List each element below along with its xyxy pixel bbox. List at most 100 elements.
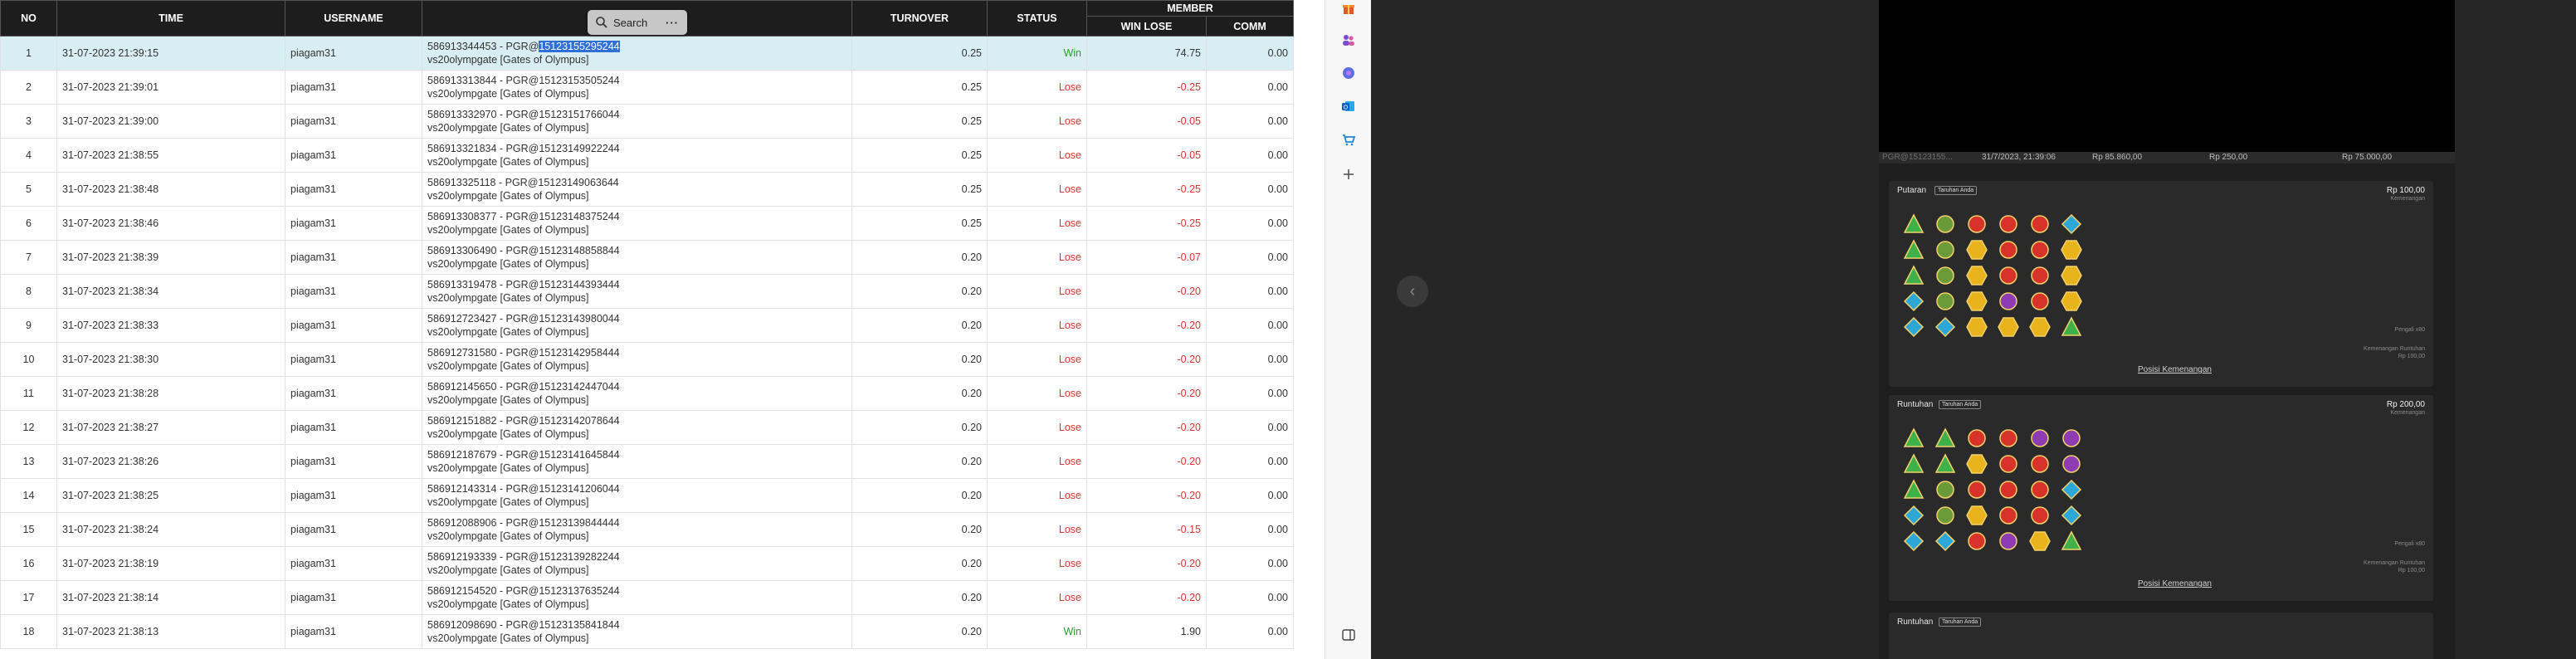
bet-id[interactable]: 15123148858844	[539, 245, 619, 256]
winning-position-link[interactable]: Posisi Kemenangan	[2138, 579, 2212, 588]
cell-no: 18	[0, 614, 57, 649]
chevron-left-icon[interactable]: ‹	[1397, 276, 1428, 307]
header-no[interactable]: NO	[0, 0, 57, 37]
header-username[interactable]: USERNAME	[285, 0, 422, 37]
search-label[interactable]: Search	[613, 17, 647, 29]
bet-id[interactable]: 15123149922244	[539, 143, 619, 154]
table-row[interactable]: 6 31-07-2023 21:38:46 piagam31 586913308…	[0, 206, 1294, 241]
cell-comm: 0.00	[1206, 410, 1294, 445]
table-row[interactable]: 12 31-07-2023 21:38:27 piagam31 58691215…	[0, 410, 1294, 445]
bet-id[interactable]: 15123135841844	[539, 619, 619, 631]
bet-id[interactable]: 15123142078644	[539, 415, 619, 427]
cell-bet-detail[interactable]: 586912143314 - PGR@15123141206044 vs20ol…	[422, 478, 852, 513]
cell-turnover: 0.25	[851, 172, 988, 207]
cell-bet-detail[interactable]: 586913325118 - PGR@15123149063644 vs20ol…	[422, 172, 852, 207]
bet-id[interactable]: 15123139282244	[539, 551, 619, 563]
cell-bet-detail[interactable]: 586913313844 - PGR@15123153505244 vs20ol…	[422, 70, 852, 105]
red-gem-symbol	[1968, 429, 1986, 447]
table-row[interactable]: 18 31-07-2023 21:38:13 piagam31 58691209…	[0, 614, 1294, 649]
blue-gem-symbol	[1903, 316, 1925, 338]
shopping-icon[interactable]	[1340, 131, 1357, 148]
bet-id[interactable]: 15123144393444	[539, 279, 619, 290]
cell-bet-detail[interactable]: 586912731580 - PGR@15123142958444 vs20ol…	[422, 342, 852, 377]
add-icon[interactable]	[1340, 166, 1357, 183]
bet-id[interactable]: 15123155295244	[539, 41, 620, 52]
bet-id[interactable]: 15123149063644	[538, 177, 618, 188]
red-gem-symbol	[2031, 266, 2049, 285]
cell-bet-detail[interactable]: 586912098690 - PGR@15123135841844 vs20ol…	[422, 614, 852, 649]
svg-text:O: O	[1344, 105, 1349, 111]
cell-status: Lose	[987, 70, 1087, 105]
cell-time: 31-07-2023 21:38:55	[56, 138, 285, 173]
header-comm[interactable]: COMM	[1206, 16, 1294, 37]
cell-bet-detail[interactable]: 586913332970 - PGR@15123151766044 vs20ol…	[422, 104, 852, 139]
table-row[interactable]: 9 31-07-2023 21:38:33 piagam31 586912723…	[0, 308, 1294, 343]
copilot-icon[interactable]	[1340, 65, 1357, 81]
cell-bet-detail[interactable]: 586912193339 - PGR@15123139282244 vs20ol…	[422, 546, 852, 581]
table-row[interactable]: 5 31-07-2023 21:38:48 piagam31 586913325…	[0, 172, 1294, 207]
card-tumble-amount: Rp 100,00	[2398, 354, 2425, 359]
cell-username: piagam31	[285, 172, 422, 207]
people-icon[interactable]	[1340, 32, 1357, 48]
table-row[interactable]: 14 31-07-2023 21:38:25 piagam31 58691214…	[0, 478, 1294, 513]
cell-bet-detail[interactable]: 586912187679 - PGR@15123141645844 vs20ol…	[422, 444, 852, 479]
bet-id[interactable]: 15123142447044	[539, 381, 619, 393]
table-row[interactable]: 3 31-07-2023 21:39:00 piagam31 586913332…	[0, 104, 1294, 139]
cell-bet-detail[interactable]: 586913319478 - PGR@15123144393444 vs20ol…	[422, 274, 852, 309]
bet-id[interactable]: 15123143980044	[539, 313, 619, 325]
table-row[interactable]: 8 31-07-2023 21:38:34 piagam31 586913319…	[0, 274, 1294, 309]
table-row[interactable]: 13 31-07-2023 21:38:26 piagam31 58691218…	[0, 444, 1294, 479]
cell-win-lose: -0.25	[1086, 206, 1207, 241]
table-row[interactable]: 16 31-07-2023 21:38:19 piagam31 58691219…	[0, 546, 1294, 581]
cell-bet-detail[interactable]: 586912151882 - PGR@15123142078644 vs20ol…	[422, 410, 852, 445]
summary-round: PGR@15123155...	[1882, 153, 1953, 162]
table-row[interactable]: 10 31-07-2023 21:38:30 piagam31 58691273…	[0, 342, 1294, 377]
cell-win-lose: -0.25	[1086, 172, 1207, 207]
cell-status: Lose	[987, 580, 1087, 615]
selection-search-popup[interactable]: Search ···	[588, 10, 687, 35]
cell-bet-detail[interactable]: 586912723427 - PGR@15123143980044 vs20ol…	[422, 308, 852, 343]
header-turnover[interactable]: TURNOVER	[851, 0, 988, 37]
outlook-icon[interactable]: O	[1340, 98, 1357, 115]
table-row[interactable]: 11 31-07-2023 21:38:28 piagam31 58691214…	[0, 376, 1294, 411]
bet-id[interactable]: 15123148375244	[539, 211, 619, 222]
red-gem-symbol	[2031, 506, 2049, 525]
cell-win-lose: -0.20	[1086, 478, 1207, 513]
winning-position-link[interactable]: Posisi Kemenangan	[2138, 365, 2212, 374]
cell-bet-detail[interactable]: 586913344453 - PGR@15123155295244 vs20ol…	[422, 36, 852, 71]
header-status[interactable]: STATUS	[987, 0, 1087, 37]
cell-bet-detail[interactable]: 586912145650 - PGR@15123142447044 vs20ol…	[422, 376, 852, 411]
table-row[interactable]: 17 31-07-2023 21:38:14 piagam31 58691215…	[0, 580, 1294, 615]
sidebar-toggle-icon[interactable]	[1340, 627, 1357, 643]
table-row[interactable]: 4 31-07-2023 21:38:55 piagam31 586913321…	[0, 138, 1294, 173]
cell-bet-detail[interactable]: 586913308377 - PGR@15123148375244 vs20ol…	[422, 206, 852, 241]
cell-bet-detail[interactable]: 586913306490 - PGR@15123148858844 vs20ol…	[422, 240, 852, 275]
cell-bet-detail[interactable]: 586912154520 - PGR@15123137635244 vs20ol…	[422, 580, 852, 615]
bet-id[interactable]: 15123141206044	[539, 483, 619, 495]
table-row[interactable]: 7 31-07-2023 21:38:39 piagam31 586913306…	[0, 240, 1294, 275]
cell-time: 31-07-2023 21:38:13	[56, 614, 285, 649]
bet-id[interactable]: 15123151766044	[539, 109, 619, 120]
cell-status: Lose	[987, 512, 1087, 547]
cell-status: Lose	[987, 410, 1087, 445]
gift-icon[interactable]	[1340, 0, 1357, 17]
cell-bet-detail[interactable]: 586913321834 - PGR@15123149922244 vs20ol…	[422, 138, 852, 173]
table-row[interactable]: 15 31-07-2023 21:38:24 piagam31 58691208…	[0, 512, 1294, 547]
table-row[interactable]: 2 31-07-2023 21:39:01 piagam31 586913313…	[0, 70, 1294, 105]
header-time[interactable]: TIME	[56, 0, 285, 37]
bet-id[interactable]: 15123139844444	[539, 517, 619, 529]
cell-comm: 0.00	[1206, 342, 1294, 377]
bet-id[interactable]: 15123153505244	[539, 75, 619, 86]
card-amount-label: Kemenangan	[2390, 410, 2425, 416]
header-win-lose[interactable]: WIN LOSE	[1086, 16, 1207, 37]
bet-id[interactable]: 15123141645844	[539, 449, 619, 461]
bet-id[interactable]: 15123137635244	[539, 585, 619, 597]
table-row[interactable]: 1 31-07-2023 21:39:15 piagam31 586913344…	[0, 36, 1294, 71]
red-gem-symbol	[1999, 215, 2017, 233]
bet-id[interactable]: 15123142958444	[539, 347, 619, 359]
bet-prefix: 586912098690 - PGR@	[427, 619, 539, 631]
cell-bet-detail[interactable]: 586912088906 - PGR@15123139844444 vs20ol…	[422, 512, 852, 547]
card-tag: Taruhan Anda	[1939, 618, 1982, 627]
cell-time: 31-07-2023 21:38:48	[56, 172, 285, 207]
more-options-icon[interactable]: ···	[666, 17, 679, 29]
